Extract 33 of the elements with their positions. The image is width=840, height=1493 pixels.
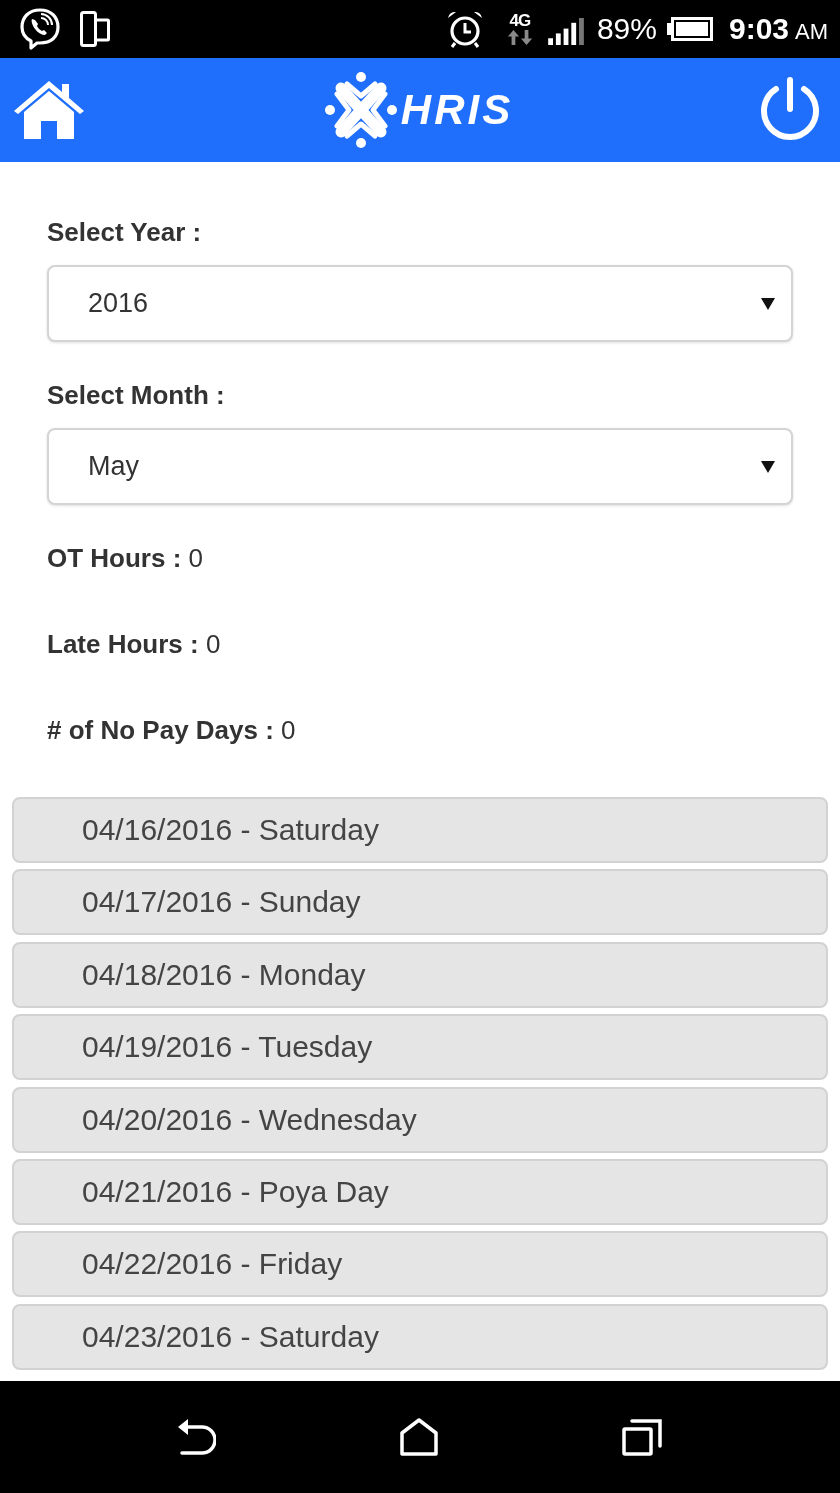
home-icon[interactable] [400, 1418, 438, 1456]
cross-logo-icon [324, 72, 397, 148]
clock-meridiem: AM [795, 19, 828, 45]
battery-percent: 89% [596, 12, 657, 46]
caret-icon [761, 460, 775, 473]
power-icon[interactable] [758, 77, 822, 143]
clock-time: 9:03 [728, 12, 789, 46]
date-row[interactable]: 04/21/2016 - Poya Day [12, 1158, 828, 1225]
signal-icon [547, 17, 585, 45]
month-select[interactable]: May [47, 428, 793, 505]
alarm-clock-icon [445, 10, 484, 48]
year-select[interactable]: 2016 [47, 265, 793, 342]
summary-line: # of No Pay Days : 0 [47, 714, 297, 746]
recents-icon[interactable] [622, 1418, 664, 1456]
date-row[interactable]: 04/23/2016 - Saturday [12, 1303, 828, 1370]
field-label: Select Month : [47, 379, 226, 411]
field-label: Select Year : [47, 216, 203, 248]
battery-icon [666, 17, 713, 41]
date-row[interactable]: 04/17/2016 - Sunday [12, 869, 828, 936]
date-row[interactable]: 04/18/2016 - Monday [12, 941, 828, 1008]
summary-line: OT Hours : 0 [47, 542, 205, 574]
date-row[interactable]: 04/19/2016 - Tuesday [12, 1014, 828, 1081]
back-icon[interactable] [176, 1419, 216, 1455]
date-row[interactable]: 04/16/2016 - Saturday [12, 797, 828, 863]
logo-text: HRIS [400, 88, 514, 132]
date-row[interactable]: 04/20/2016 - Wednesday [12, 1086, 828, 1153]
phone-bubble-icon [20, 8, 60, 50]
date-row[interactable]: 04/22/2016 - Friday [12, 1231, 828, 1298]
summary-line: Late Hours : 0 [47, 628, 222, 660]
caret-icon [761, 297, 775, 310]
data-arrows-icon [505, 29, 534, 46]
devices-icon [80, 11, 110, 47]
network-type: 4G [509, 12, 531, 29]
